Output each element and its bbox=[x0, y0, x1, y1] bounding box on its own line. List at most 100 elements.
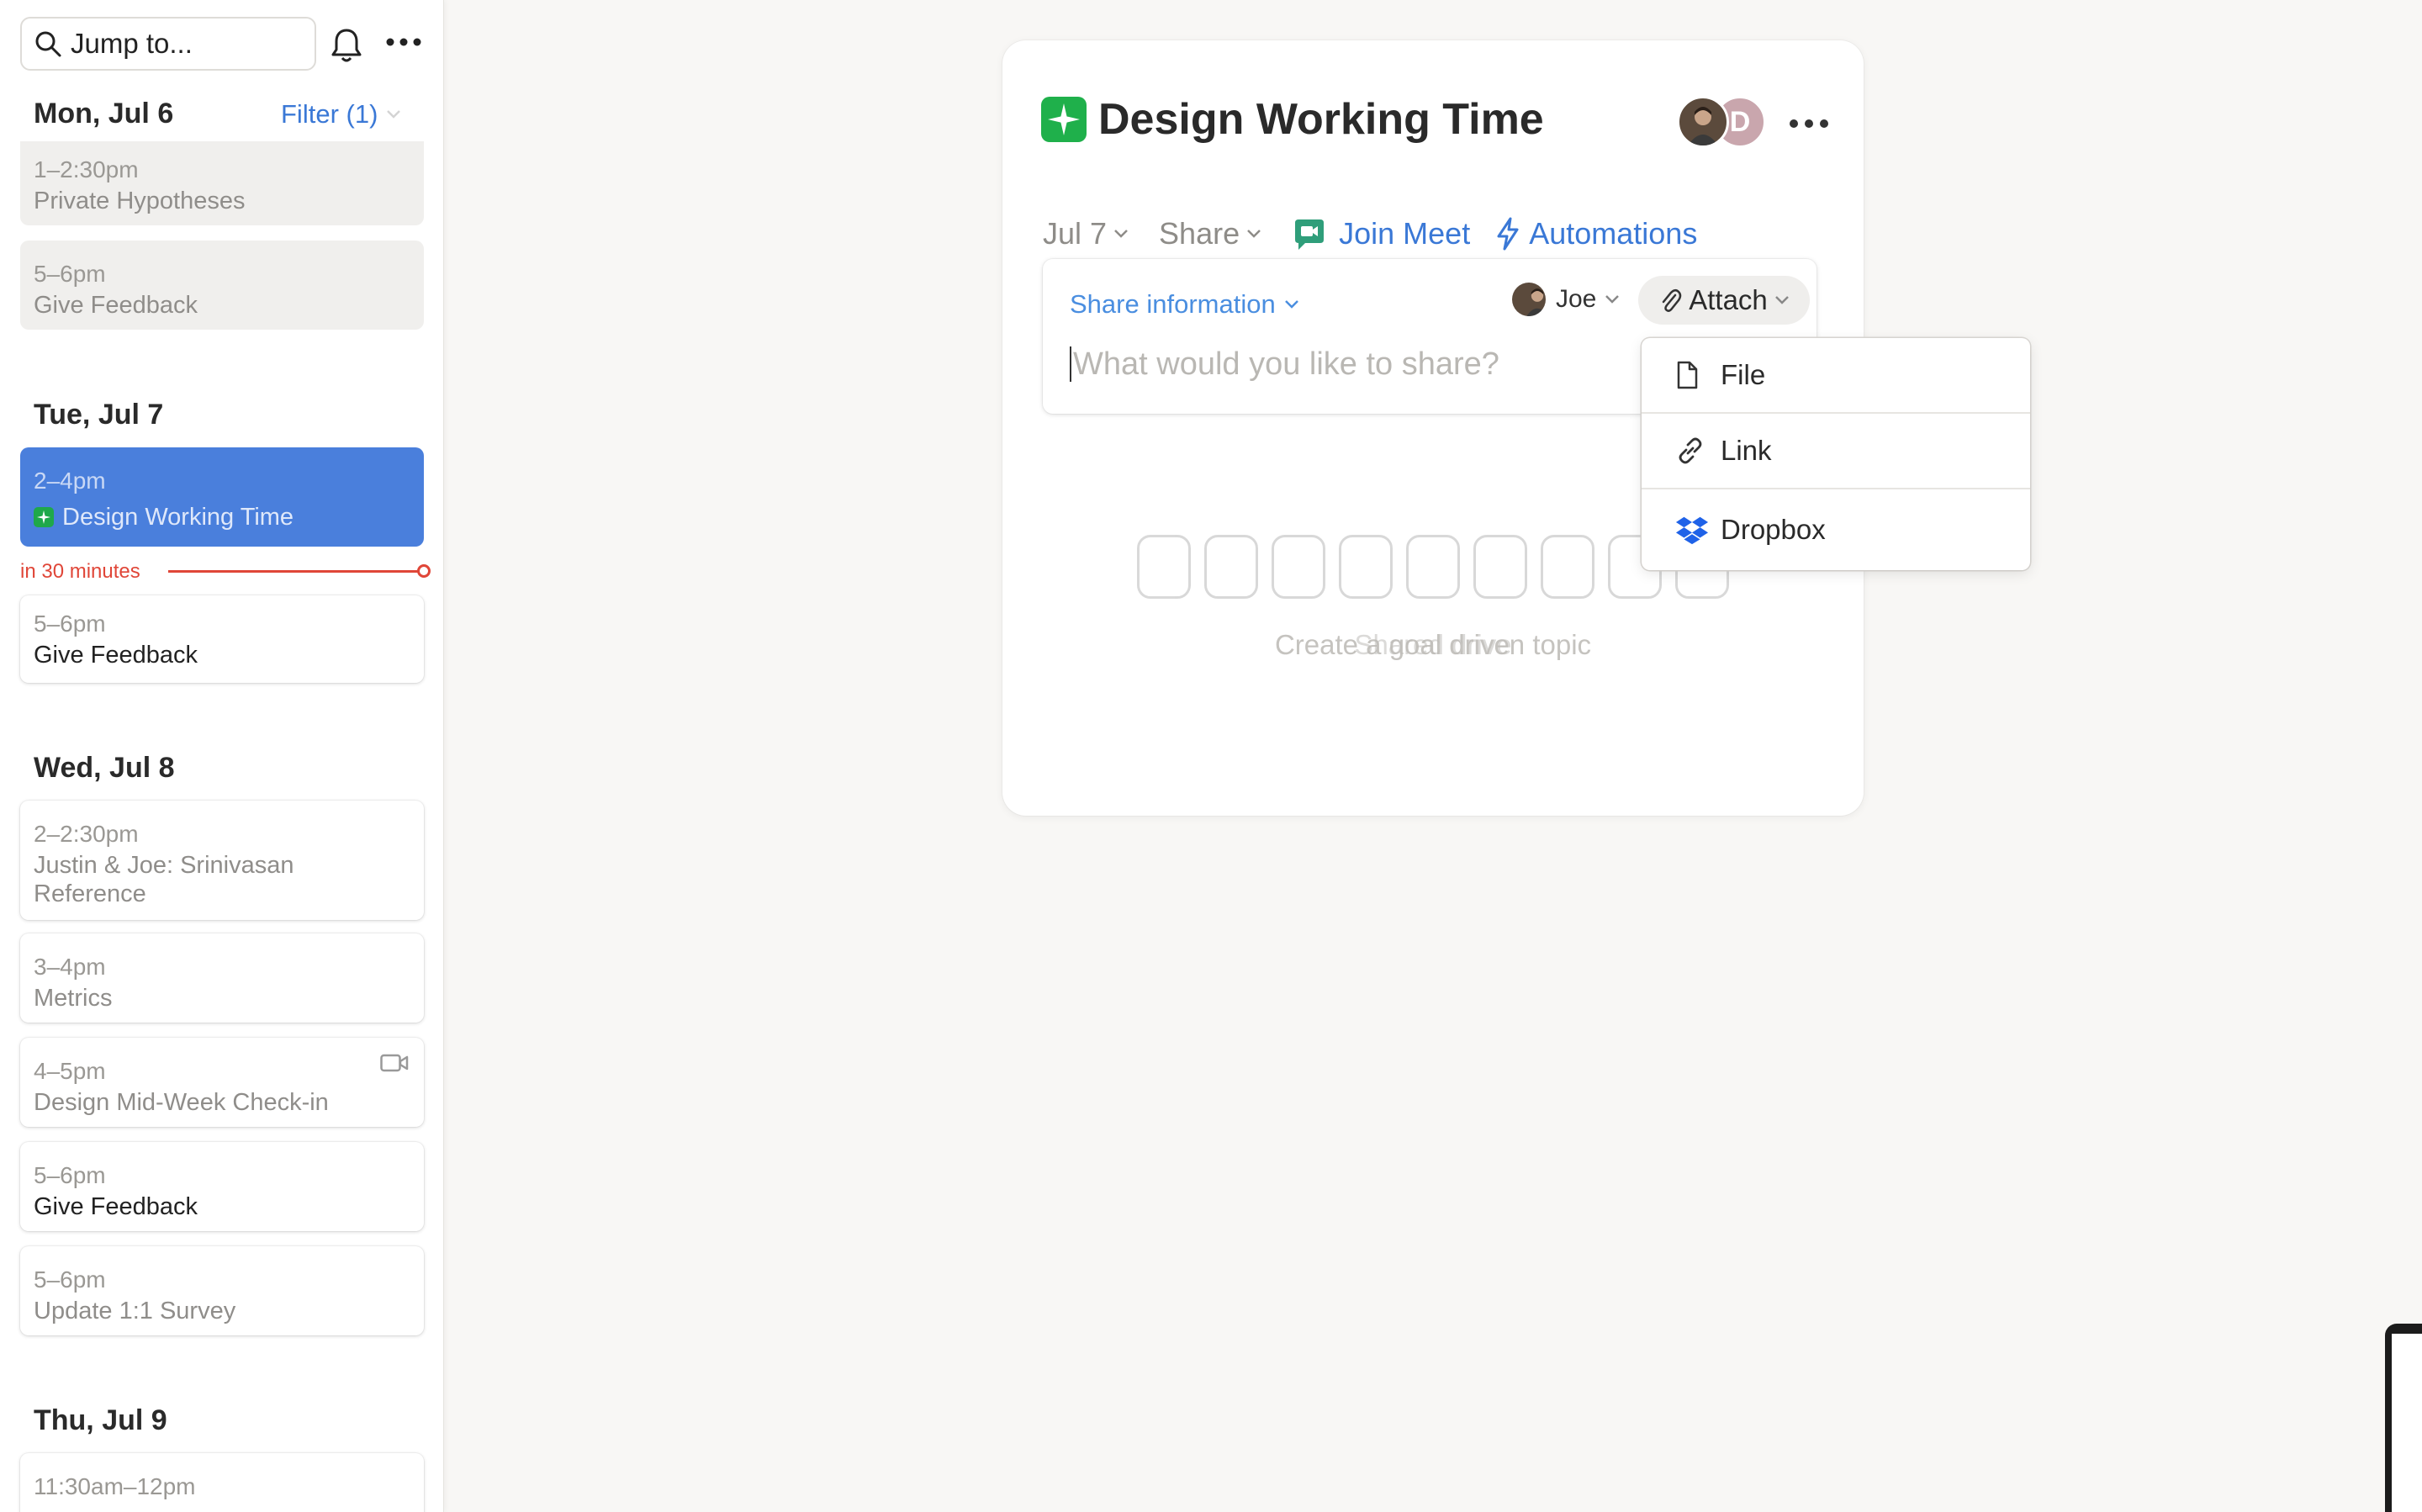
event-title-text: Design Working Time bbox=[62, 504, 294, 531]
megaphone-icon[interactable] bbox=[1541, 535, 1594, 599]
share-text-input[interactable]: What would you like to share? bbox=[1070, 343, 1541, 385]
day-header-wed: Wed, Jul 8 bbox=[34, 752, 175, 784]
fork-icon[interactable] bbox=[1473, 535, 1527, 599]
more-options-icon[interactable] bbox=[1788, 118, 1830, 130]
sparkle-icon bbox=[34, 507, 54, 527]
share-dropdown[interactable]: Share bbox=[1159, 216, 1261, 251]
dropbox-icon bbox=[1675, 515, 1709, 545]
attach-button[interactable]: Attach bbox=[1638, 276, 1810, 325]
more-options-icon[interactable] bbox=[383, 30, 424, 54]
event-time: 4–5pm bbox=[34, 1058, 106, 1084]
panel-title: Design Working Time bbox=[1041, 94, 1544, 145]
avatar[interactable] bbox=[1677, 96, 1729, 148]
share-information-dropdown[interactable]: Share information bbox=[1070, 289, 1299, 320]
chevron-down-icon bbox=[1247, 230, 1261, 238]
screen-thumbnail-preview bbox=[2392, 1334, 2422, 1512]
sparkle-icon bbox=[1041, 97, 1087, 142]
current-time-label: in 30 minutes bbox=[20, 560, 140, 583]
event-card[interactable]: 5–6pm Give Feedback bbox=[20, 595, 424, 683]
event-card[interactable]: 11:30am–12pm bbox=[20, 1453, 424, 1512]
event-title: Design Working Time bbox=[34, 503, 410, 531]
template-icon[interactable] bbox=[1137, 535, 1191, 599]
event-card[interactable]: 4–5pm Design Mid-Week Check-in bbox=[20, 1038, 424, 1127]
event-title: Give Feedback bbox=[34, 1193, 198, 1220]
current-time-line bbox=[168, 570, 420, 573]
topic-template-icons bbox=[1137, 535, 1729, 602]
current-time-indicator: in 30 minutes bbox=[20, 558, 431, 584]
event-title: Give Feedback bbox=[34, 292, 198, 319]
join-meet-label: Join Meet bbox=[1339, 216, 1471, 251]
bell-icon[interactable] bbox=[330, 27, 363, 64]
avatar bbox=[1512, 283, 1546, 316]
paperclip-icon bbox=[1662, 289, 1682, 312]
day-header-thu: Thu, Jul 9 bbox=[34, 1404, 167, 1436]
chevron-down-icon bbox=[387, 110, 401, 119]
event-title: Give Feedback bbox=[34, 642, 198, 669]
google-meet-icon bbox=[1295, 219, 1325, 250]
thumbs-icon[interactable] bbox=[1406, 535, 1460, 599]
jump-to-placeholder: Jump to... bbox=[71, 28, 193, 59]
flame-icon[interactable] bbox=[1339, 535, 1393, 599]
lightning-icon bbox=[1497, 217, 1519, 251]
share-input-placeholder: What would you like to share? bbox=[1073, 346, 1499, 382]
event-title: Metrics bbox=[34, 985, 113, 1012]
file-icon bbox=[1675, 361, 1709, 389]
attach-menu-label: File bbox=[1721, 359, 1766, 390]
topic-hint-overlay: Shared drive bbox=[1002, 629, 1864, 661]
link-icon bbox=[1675, 436, 1709, 466]
chevron-down-icon bbox=[1605, 295, 1620, 304]
automations-label: Automations bbox=[1529, 216, 1698, 251]
event-title: Update 1:1 Survey bbox=[34, 1298, 236, 1324]
event-card-active[interactable]: 2–4pm Design Working Time bbox=[20, 447, 424, 547]
attach-menu: File Link Dropbox bbox=[1642, 338, 2030, 570]
search-icon bbox=[35, 31, 61, 57]
share-label: Share bbox=[1159, 216, 1240, 251]
event-card[interactable]: 1–2:30pm Private Hypotheses bbox=[20, 141, 424, 225]
share-information-label: Share information bbox=[1070, 289, 1276, 319]
jump-to-search[interactable]: Jump to... bbox=[20, 17, 316, 71]
video-camera-icon bbox=[380, 1054, 409, 1072]
join-meet-button[interactable]: Join Meet bbox=[1292, 216, 1470, 251]
sidebar: Jump to... Mon, Jul 6 Filter (1) 1–2:30p… bbox=[0, 0, 444, 1512]
current-time-dot bbox=[417, 564, 431, 578]
author-label: Joe bbox=[1556, 285, 1597, 313]
event-title-line2: Reference bbox=[34, 880, 146, 907]
event-meta-row: Jul 7 Share Join Meet Automations bbox=[1043, 209, 1722, 259]
event-card[interactable]: 3–4pm Metrics bbox=[20, 933, 424, 1023]
attach-menu-label: Link bbox=[1721, 435, 1772, 466]
date-label: Jul 7 bbox=[1043, 216, 1108, 251]
event-title: Private Hypotheses bbox=[34, 188, 246, 214]
attach-menu-label: Dropbox bbox=[1721, 514, 1826, 545]
author-dropdown[interactable]: Joe bbox=[1512, 283, 1620, 316]
event-time: 5–6pm bbox=[34, 1266, 106, 1293]
chevron-down-icon bbox=[1774, 296, 1789, 304]
attach-menu-item-dropbox[interactable]: Dropbox bbox=[1642, 493, 2030, 567]
topic-hint-overlay-text: Shared drive bbox=[1354, 629, 1512, 660]
automations-button[interactable]: Automations bbox=[1495, 216, 1697, 251]
event-card[interactable]: 5–6pm Update 1:1 Survey bbox=[20, 1246, 424, 1335]
attach-menu-item-file[interactable]: File bbox=[1642, 338, 2030, 412]
attach-label: Attach bbox=[1689, 284, 1768, 315]
avatar-initial: D bbox=[1729, 105, 1751, 138]
attach-menu-item-link[interactable]: Link bbox=[1642, 414, 2030, 488]
lightbulb-icon[interactable] bbox=[1272, 535, 1325, 599]
event-card[interactable]: 2–2:30pm Justin & Joe: Srinivasan Refere… bbox=[20, 801, 424, 920]
event-time: 5–6pm bbox=[34, 611, 106, 637]
event-card[interactable]: 5–6pm Give Feedback bbox=[20, 1142, 424, 1231]
day-header-mon: Mon, Jul 6 bbox=[34, 98, 174, 130]
menu-divider bbox=[1642, 488, 2030, 489]
chevron-down-icon bbox=[1284, 300, 1298, 309]
attendee-avatars[interactable]: D bbox=[1677, 96, 1769, 148]
event-card[interactable]: 5–6pm Give Feedback bbox=[20, 241, 424, 330]
filter-button[interactable]: Filter (1) bbox=[281, 99, 401, 130]
event-time: 3–4pm bbox=[34, 954, 106, 980]
chevron-down-icon bbox=[1114, 230, 1128, 238]
filter-label: Filter (1) bbox=[281, 99, 378, 129]
event-time: 5–6pm bbox=[34, 261, 106, 287]
event-time: 1–2:30pm bbox=[34, 156, 139, 182]
screen-thumbnail[interactable] bbox=[2385, 1324, 2422, 1512]
date-dropdown[interactable]: Jul 7 bbox=[1043, 216, 1129, 251]
event-time: 5–6pm bbox=[34, 1162, 106, 1188]
event-time: 11:30am–12pm bbox=[34, 1473, 196, 1499]
checkbox-icon[interactable] bbox=[1204, 535, 1258, 599]
